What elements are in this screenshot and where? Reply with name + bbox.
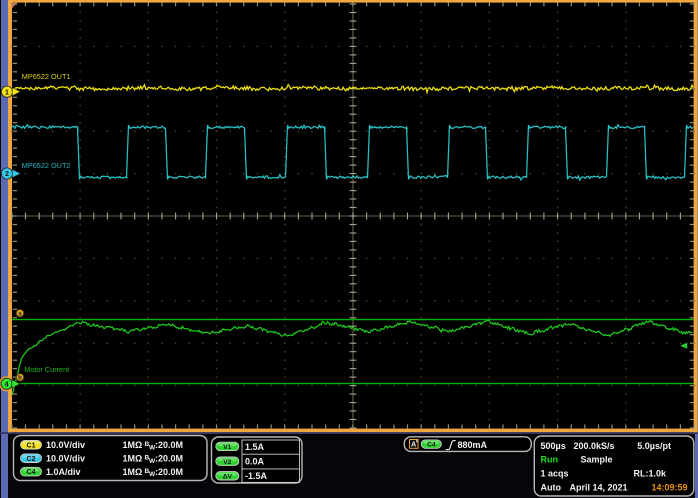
svg-text::20.0M: :20.0M	[155, 453, 183, 463]
svg-text:1 acqs: 1 acqs	[541, 469, 569, 479]
svg-text:1MΩ: 1MΩ	[123, 453, 143, 463]
svg-text:0.0A: 0.0A	[245, 457, 265, 467]
svg-text:5.0µs/pt: 5.0µs/pt	[637, 441, 671, 451]
svg-text:880mA: 880mA	[458, 440, 488, 450]
svg-text:1MΩ: 1MΩ	[123, 440, 143, 450]
svg-text::20.0M: :20.0M	[155, 440, 183, 450]
svg-text:V1: V1	[223, 444, 231, 451]
svg-text:b: b	[18, 375, 22, 382]
svg-text:MP6522 OUT2: MP6522 OUT2	[22, 161, 71, 170]
svg-text:Motor Current: Motor Current	[24, 365, 69, 374]
svg-text:1: 1	[5, 89, 9, 96]
svg-text:RL:1.0k: RL:1.0k	[633, 469, 667, 479]
svg-text:ΔV: ΔV	[223, 473, 233, 480]
svg-text:200.0kS/s: 200.0kS/s	[574, 441, 615, 451]
svg-text:C2: C2	[27, 456, 36, 463]
svg-text:C4: C4	[427, 442, 436, 449]
svg-text:500µs: 500µs	[541, 441, 566, 451]
svg-text:2: 2	[5, 171, 9, 178]
svg-text::20.0M: :20.0M	[155, 467, 183, 477]
svg-text:V2: V2	[223, 459, 231, 466]
svg-text:10.0V/div: 10.0V/div	[46, 453, 85, 463]
svg-text:Run: Run	[541, 455, 559, 465]
svg-text:14:09:59: 14:09:59	[651, 482, 687, 492]
svg-text:MP6522 OUT1: MP6522 OUT1	[22, 72, 71, 81]
svg-text:April 14, 2021: April 14, 2021	[570, 482, 628, 492]
svg-text:Sample: Sample	[581, 455, 613, 465]
svg-text:-1.5A: -1.5A	[245, 471, 268, 481]
svg-text:4: 4	[5, 381, 9, 388]
svg-text:C1: C1	[27, 442, 36, 449]
svg-text:A: A	[411, 442, 416, 449]
svg-text:a: a	[18, 311, 22, 318]
svg-text:Auto: Auto	[541, 482, 562, 492]
svg-text:1MΩ: 1MΩ	[123, 467, 143, 477]
svg-text:C4: C4	[27, 469, 36, 476]
svg-text:1.5A: 1.5A	[245, 442, 265, 452]
svg-text:1.0A/div: 1.0A/div	[46, 467, 81, 477]
svg-text:10.0V/div: 10.0V/div	[46, 440, 85, 450]
